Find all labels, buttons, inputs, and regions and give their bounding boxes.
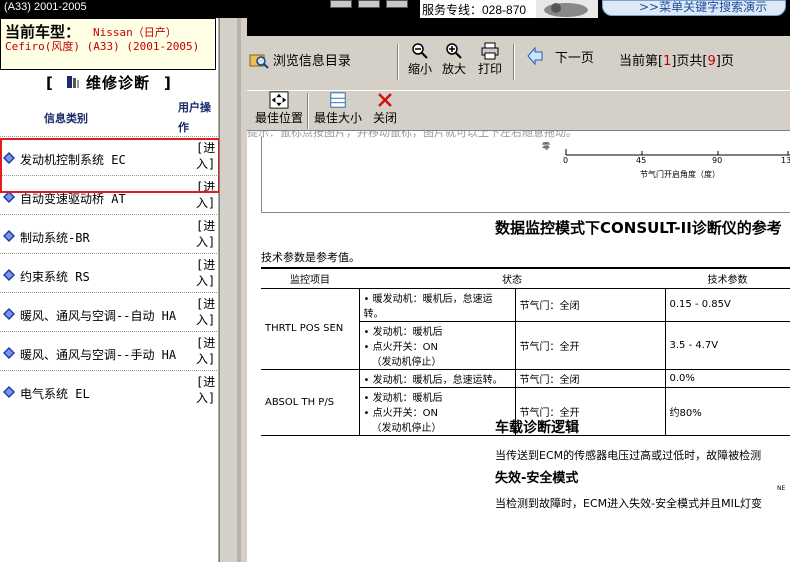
- enter-link[interactable]: [进入]: [196, 374, 215, 406]
- model-make: Nissan（日产）: [93, 26, 177, 39]
- list-item[interactable]: 约束系统 RS [进入]: [0, 253, 219, 292]
- current-model-box: 当前车型： Nissan（日产） Cefiro(风度) (A33) (2001-…: [0, 18, 216, 70]
- selected-item-highlight: [0, 138, 220, 193]
- next-page-button[interactable]: 下一页: [525, 46, 605, 66]
- viewer-panel: 浏览信息目录 缩小 放大 打印 下一页 当前第[1]页共[9]页 最佳位置 最佳…: [241, 18, 790, 562]
- table-cell: 0.15 - 0.85V: [665, 288, 790, 322]
- doc-note: 技术参数是参考值。: [261, 251, 360, 264]
- diamond-bullet-icon: [3, 347, 15, 359]
- toolbar-button-3[interactable]: [386, 0, 408, 8]
- model-name: Cefiro(风度) (A33) (2001-2005): [5, 40, 200, 53]
- col-category: 信息类别: [44, 112, 88, 125]
- service-hotline: 服务专线：028-870: [420, 0, 536, 18]
- axis-tick: 45: [636, 156, 647, 165]
- table-cell: 3.5 - 4.7V: [665, 321, 790, 370]
- list-item[interactable]: 电气系统 EL [进入]: [0, 370, 219, 409]
- viewer-toolbar: 浏览信息目录 缩小 放大 打印 下一页 当前第[1]页共[9]页: [247, 42, 790, 82]
- toolbar-button-1[interactable]: [330, 0, 352, 8]
- enter-link[interactable]: [进入]: [196, 296, 215, 328]
- left-panel: 当前车型： Nissan（日产） Cefiro(风度) (A33) (2001-…: [0, 18, 220, 562]
- reference-table: 监控项目 状态 技术参数 THRTL POS SEN • 暖发动机：暖机后，怠速…: [261, 267, 790, 436]
- keyword-search-demo-link[interactable]: >>菜单关键字搜索演示: [602, 0, 786, 16]
- enter-link[interactable]: [进入]: [196, 335, 215, 367]
- viewer-header-strip: [247, 18, 790, 36]
- col-user-action: 用户操作: [178, 101, 211, 134]
- small-mark: NE: [777, 485, 786, 492]
- axis-y-char: 零: [542, 142, 550, 151]
- zoom-out-button[interactable]: 缩小: [405, 42, 435, 77]
- printer-icon: [481, 42, 499, 60]
- list-item[interactable]: 制动系统-BR [进入]: [0, 214, 219, 253]
- total-pages: 9: [707, 54, 716, 69]
- table-header: 状态: [359, 267, 665, 289]
- move-arrows-icon: [269, 91, 289, 109]
- enter-link[interactable]: [进入]: [196, 257, 215, 289]
- table-cell: 节气门：全开: [515, 321, 666, 370]
- table-cell: • 发动机：暖机后 • 点火开关：ON （发动机停止）: [359, 387, 516, 436]
- browse-toc-button[interactable]: 浏览信息目录: [249, 50, 369, 69]
- diamond-bullet-icon: [3, 308, 15, 320]
- enter-link[interactable]: [进入]: [196, 218, 215, 250]
- fit-size-icon: [330, 92, 346, 108]
- table-cell: 节气门：全闭: [515, 288, 666, 322]
- axis-tick: 90: [712, 156, 723, 165]
- graph-frame: 零 0 45 90 13 节气门开启角度（度）: [261, 137, 790, 213]
- next-arrow-icon: [527, 46, 543, 66]
- section-heading: 车载诊断逻辑: [495, 420, 579, 436]
- document-page[interactable]: 提示：鼠标点按图片，并移动鼠标，图片就可以上下左右随意拖动。 零 0 45 90…: [247, 130, 790, 562]
- section-text: 当检测到故障时，ECM进入失效-安全模式并且MIL灯变: [495, 497, 762, 510]
- folder-search-icon: [249, 54, 269, 69]
- best-size-button[interactable]: 最佳大小: [311, 91, 365, 126]
- table-header: 监控项目: [261, 267, 359, 289]
- section-text: 当传送到ECM的传感器电压过高或过低时，故障被检测: [495, 449, 762, 462]
- close-icon: [378, 93, 392, 107]
- axis-label: 节气门开启角度（度）: [640, 170, 720, 179]
- list-item-name[interactable]: 电气系统 EL: [20, 385, 90, 402]
- axis-tick: 13: [781, 156, 790, 165]
- table-cell: • 发动机：暖机后，怠速运转。: [359, 369, 516, 388]
- toolbar-button-2[interactable]: [358, 0, 380, 8]
- diamond-bullet-icon: [3, 269, 15, 281]
- doc-title: 数据监控模式下CONSULT-II诊断仪的参考: [495, 219, 782, 237]
- list-item-name[interactable]: 暖风、通风与空调--手动 HA: [20, 346, 176, 363]
- table-cell: 0.0%: [665, 369, 790, 388]
- pane-splitter[interactable]: [219, 18, 242, 562]
- table-cell: 约80%: [665, 387, 790, 436]
- print-button[interactable]: 打印: [475, 42, 505, 77]
- model-label: 当前车型：: [5, 23, 81, 41]
- list-item[interactable]: 暖风、通风与空调--自动 HA [进入]: [0, 292, 219, 331]
- manual-icon: [66, 73, 80, 88]
- zoom-in-button[interactable]: 放大: [439, 42, 469, 77]
- table-cell: • 暖发动机：暖机后，怠速运转。: [359, 288, 516, 322]
- diamond-bullet-icon: [3, 230, 15, 242]
- page-indicator: 当前第[1]页共[9]页: [619, 54, 734, 69]
- view-toolbar: 最佳位置 最佳大小 关闭: [247, 90, 790, 129]
- table-cell: • 发动机：暖机后 • 点火开关：ON （发动机停止）: [359, 321, 516, 370]
- best-position-button[interactable]: 最佳位置: [253, 91, 305, 126]
- list-item-name[interactable]: 制动系统-BR: [20, 229, 90, 246]
- axis-tick: 0: [563, 156, 569, 165]
- top-strip: (A33) 2001-2005 服务专线：028-870 >>菜单关键字搜索演示: [0, 0, 790, 18]
- table-cell: 节气门：全闭: [515, 369, 666, 388]
- model-years-text: (A33) 2001-2005: [4, 1, 87, 13]
- table-cell: ABSOL TH P/S: [261, 369, 360, 436]
- section-heading: 失效-安全模式: [495, 471, 579, 486]
- list-item-name[interactable]: 约束系统 RS: [20, 268, 90, 285]
- zoom-in-icon: [446, 43, 462, 59]
- table-cell: THRTL POS SEN: [261, 288, 360, 370]
- table-header: 技术参数: [665, 267, 790, 289]
- close-button[interactable]: 关闭: [371, 91, 399, 126]
- list-item[interactable]: 暖风、通风与空调--手动 HA [进入]: [0, 331, 219, 370]
- list-item-name[interactable]: 暖风、通风与空调--自动 HA: [20, 307, 176, 324]
- mechanic-figure-icon: [536, 0, 598, 18]
- diamond-bullet-icon: [3, 386, 15, 398]
- section-title: [ 维修诊断 ]: [46, 73, 172, 92]
- zoom-out-icon: [412, 43, 428, 59]
- section-title-text: 维修诊断: [85, 74, 150, 92]
